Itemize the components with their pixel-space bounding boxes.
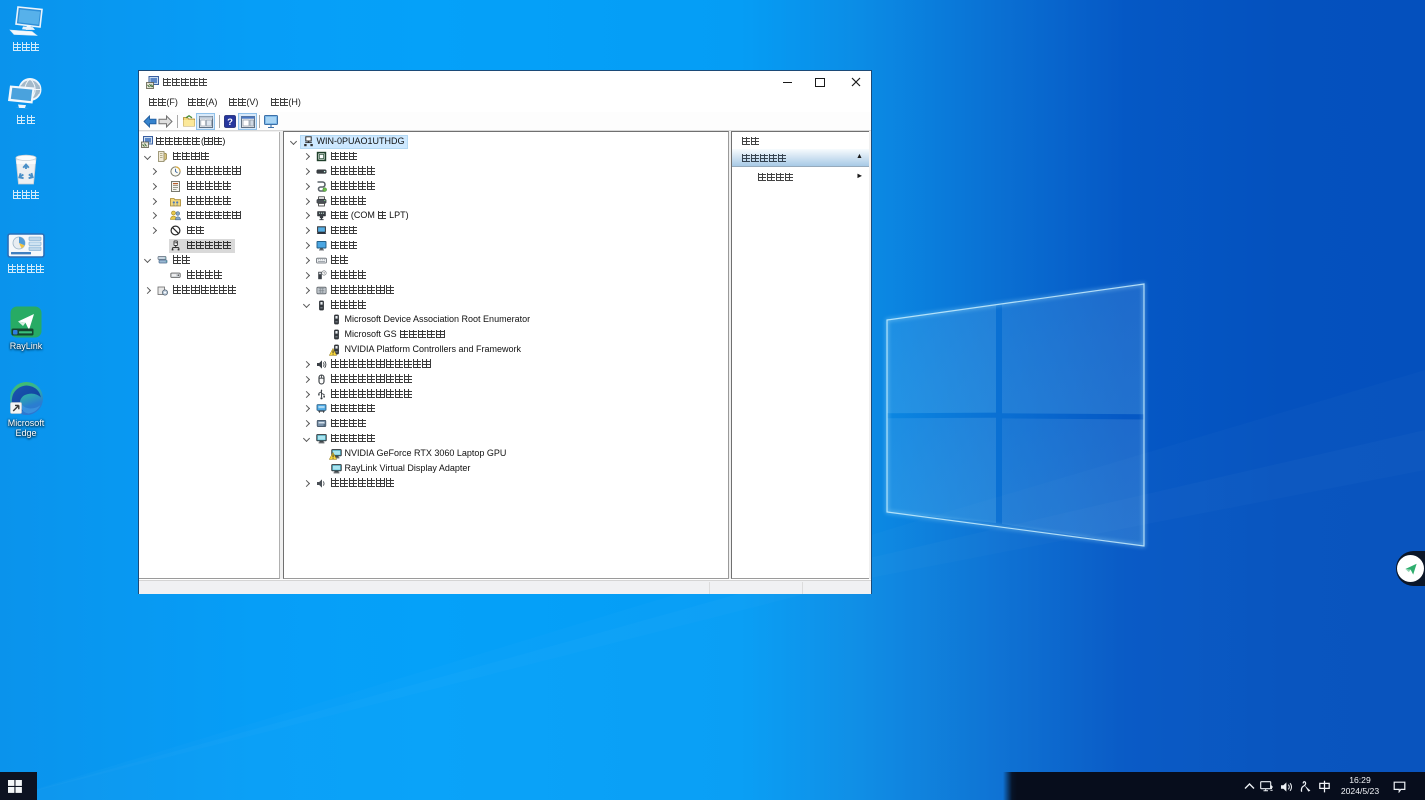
svg-text:?: ? [227, 117, 233, 128]
